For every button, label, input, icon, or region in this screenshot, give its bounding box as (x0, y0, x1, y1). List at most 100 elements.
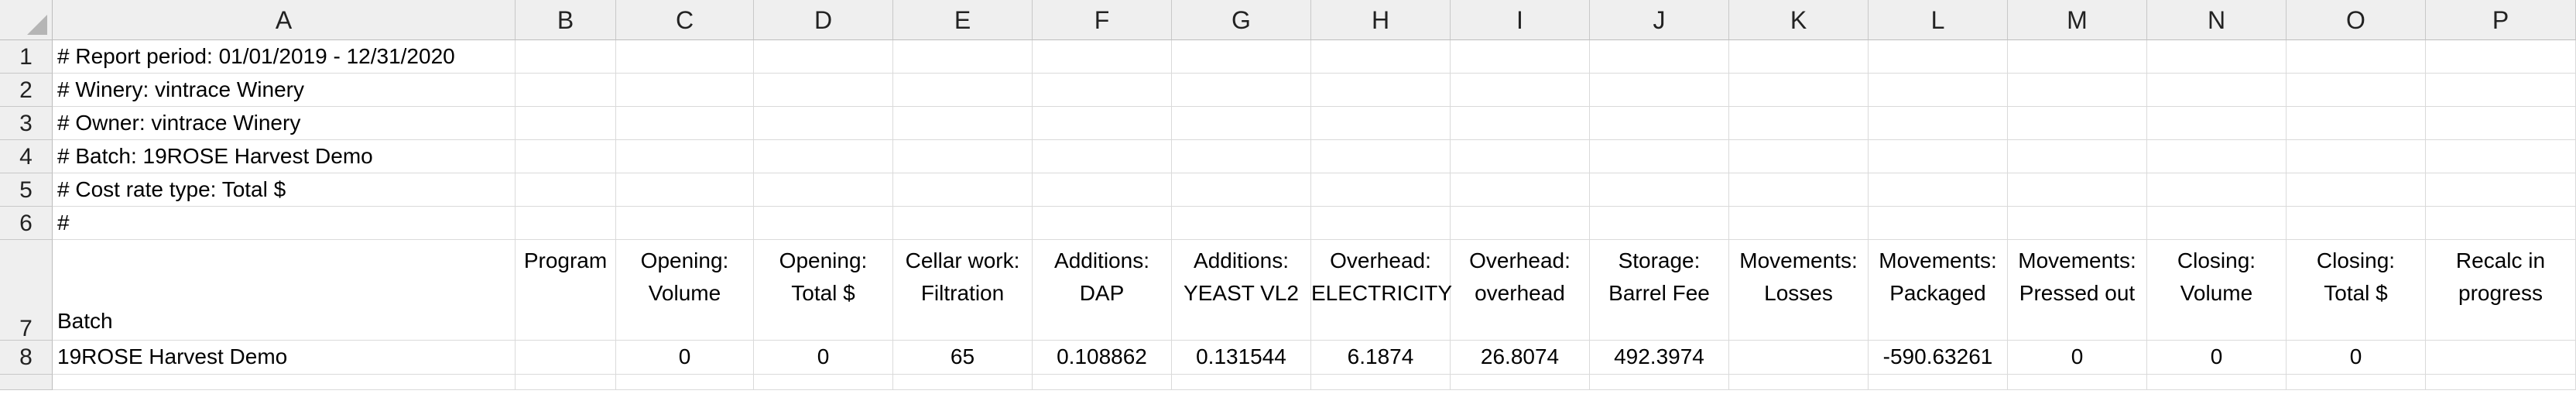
cell-b6[interactable] (516, 207, 616, 240)
cell-a9[interactable] (53, 375, 516, 390)
cell-i2[interactable] (1451, 74, 1590, 107)
column-header-d[interactable]: D (754, 0, 893, 40)
cell-l2[interactable] (1869, 74, 2008, 107)
cell-g8[interactable]: 0.131544 (1172, 341, 1311, 375)
cell-f7[interactable]: Additions: DAP (1033, 240, 1172, 341)
cell-h7[interactable]: Overhead: ELECTRICITY (1311, 240, 1452, 341)
cell-k9[interactable] (1729, 375, 1869, 390)
cell-d8[interactable]: 0 (754, 341, 893, 375)
cell-o2[interactable] (2287, 74, 2426, 107)
cell-d7[interactable]: Opening: Total $ (754, 240, 893, 341)
column-header-l[interactable]: L (1869, 0, 2008, 40)
cell-m4[interactable] (2008, 140, 2147, 173)
cell-m9[interactable] (2008, 375, 2147, 390)
cell-l6[interactable] (1869, 207, 2008, 240)
cell-f2[interactable] (1033, 74, 1172, 107)
cell-n8[interactable]: 0 (2147, 341, 2287, 375)
cell-i9[interactable] (1451, 375, 1590, 390)
cell-h4[interactable] (1311, 140, 1451, 173)
cell-i5[interactable] (1451, 173, 1590, 207)
row-header-2[interactable]: 2 (0, 74, 53, 107)
cell-o7[interactable]: Closing: Total $ (2287, 240, 2426, 341)
cell-c3[interactable] (616, 107, 754, 140)
cell-j2[interactable] (1590, 74, 1729, 107)
cell-b3[interactable] (516, 107, 616, 140)
cell-d2[interactable] (754, 74, 893, 107)
cell-a4[interactable]: # Batch: 19ROSE Harvest Demo (53, 140, 516, 173)
row-header-6[interactable]: 6 (0, 207, 53, 240)
cell-n9[interactable] (2147, 375, 2287, 390)
row-header-1[interactable]: 1 (0, 40, 53, 74)
cell-i4[interactable] (1451, 140, 1590, 173)
cell-f1[interactable] (1033, 40, 1172, 74)
cell-p8[interactable] (2426, 341, 2576, 375)
cell-c6[interactable] (616, 207, 754, 240)
cell-f8[interactable]: 0.108862 (1033, 341, 1172, 375)
column-header-e[interactable]: E (893, 0, 1033, 40)
cell-d9[interactable] (754, 375, 893, 390)
cell-j7[interactable]: Storage: Barrel Fee (1590, 240, 1729, 341)
row-header-3[interactable]: 3 (0, 107, 53, 140)
cell-k5[interactable] (1729, 173, 1869, 207)
cell-e4[interactable] (893, 140, 1033, 173)
cell-o4[interactable] (2287, 140, 2426, 173)
cell-o5[interactable] (2287, 173, 2426, 207)
cell-p9[interactable] (2426, 375, 2576, 390)
cell-f4[interactable] (1033, 140, 1172, 173)
column-header-o[interactable]: O (2287, 0, 2426, 40)
cell-n5[interactable] (2147, 173, 2287, 207)
cell-b7[interactable]: Program (516, 240, 616, 341)
cell-e5[interactable] (893, 173, 1033, 207)
cell-f5[interactable] (1033, 173, 1172, 207)
cell-a6[interactable]: # (53, 207, 516, 240)
cell-g2[interactable] (1172, 74, 1311, 107)
column-header-b[interactable]: B (516, 0, 616, 40)
row-header-8[interactable]: 8 (0, 341, 53, 375)
cell-l3[interactable] (1869, 107, 2008, 140)
column-header-i[interactable]: I (1451, 0, 1590, 40)
cell-f3[interactable] (1033, 107, 1172, 140)
column-header-j[interactable]: J (1590, 0, 1729, 40)
column-header-n[interactable]: N (2147, 0, 2287, 40)
column-header-f[interactable]: F (1033, 0, 1172, 40)
column-header-m[interactable]: M (2008, 0, 2147, 40)
cell-j9[interactable] (1590, 375, 1729, 390)
cell-i6[interactable] (1451, 207, 1590, 240)
cell-o9[interactable] (2287, 375, 2426, 390)
cell-o6[interactable] (2287, 207, 2426, 240)
cell-g3[interactable] (1172, 107, 1311, 140)
cell-c8[interactable]: 0 (616, 341, 754, 375)
cell-j3[interactable] (1590, 107, 1729, 140)
cell-g5[interactable] (1172, 173, 1311, 207)
cell-e3[interactable] (893, 107, 1033, 140)
cell-k4[interactable] (1729, 140, 1869, 173)
cell-m2[interactable] (2008, 74, 2147, 107)
cell-f9[interactable] (1033, 375, 1172, 390)
cell-n6[interactable] (2147, 207, 2287, 240)
cell-p6[interactable] (2426, 207, 2576, 240)
cell-i1[interactable] (1451, 40, 1590, 74)
cell-o8[interactable]: 0 (2287, 341, 2426, 375)
cell-p4[interactable] (2426, 140, 2576, 173)
cell-m5[interactable] (2008, 173, 2147, 207)
cell-c9[interactable] (616, 375, 754, 390)
column-header-h[interactable]: H (1311, 0, 1451, 40)
cell-e9[interactable] (893, 375, 1033, 390)
cell-j6[interactable] (1590, 207, 1729, 240)
cell-j5[interactable] (1590, 173, 1729, 207)
cell-l4[interactable] (1869, 140, 2008, 173)
cell-i7[interactable]: Overhead: overhead (1451, 240, 1590, 341)
cell-b9[interactable] (516, 375, 616, 390)
cell-h5[interactable] (1311, 173, 1451, 207)
cell-j4[interactable] (1590, 140, 1729, 173)
row-header-partial[interactable] (0, 375, 53, 390)
cell-h1[interactable] (1311, 40, 1451, 74)
cell-k8[interactable] (1729, 341, 1869, 375)
cell-l9[interactable] (1869, 375, 2008, 390)
cell-a1[interactable]: # Report period: 01/01/2019 - 12/31/2020 (53, 40, 516, 74)
cell-c2[interactable] (616, 74, 754, 107)
cell-e2[interactable] (893, 74, 1033, 107)
cell-m3[interactable] (2008, 107, 2147, 140)
cell-k2[interactable] (1729, 74, 1869, 107)
row-header-7[interactable]: 7 (0, 240, 53, 341)
